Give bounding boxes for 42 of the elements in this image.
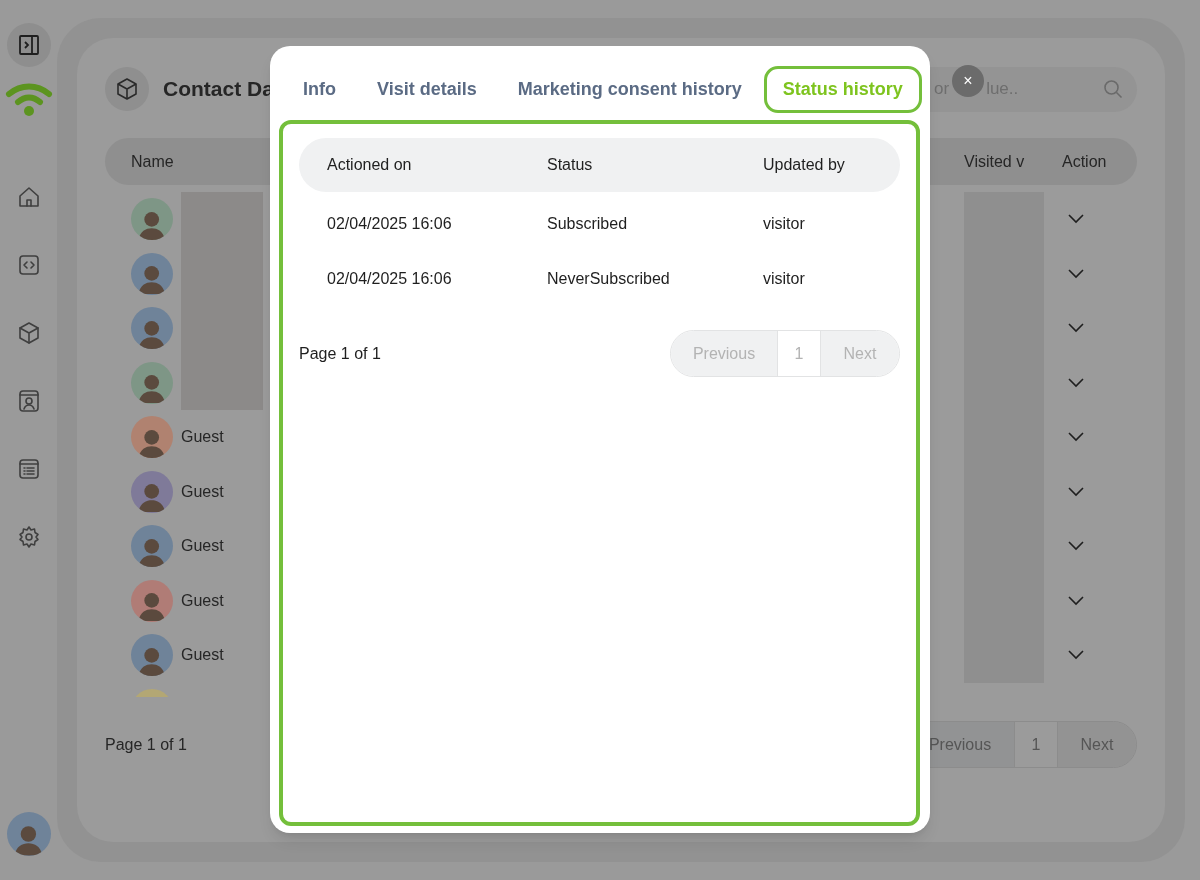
tab[interactable]: Info [284, 66, 355, 113]
list-icon[interactable] [16, 457, 41, 481]
column-header[interactable]: Actioned on [327, 153, 547, 177]
settings-icon[interactable] [16, 525, 41, 549]
tab[interactable]: Visit details [358, 66, 496, 113]
chevron-down-icon[interactable] [1068, 214, 1084, 225]
next-button[interactable]: Next [1058, 722, 1136, 767]
tab[interactable]: Marketing consent history [498, 66, 761, 113]
chevron-down-icon[interactable] [1068, 268, 1084, 279]
page-summary: Page 1 of 1 [299, 343, 381, 364]
sidebar-toggle-button[interactable] [6, 23, 51, 67]
cube-icon[interactable] [16, 321, 41, 345]
contact-name: Guest [181, 427, 224, 448]
table-cell-text: Subscribed [547, 214, 629, 235]
home-icon[interactable] [16, 185, 41, 209]
chevron-down-icon[interactable] [1068, 486, 1084, 497]
chevron-down-icon[interactable] [1068, 377, 1084, 388]
cube-button[interactable] [105, 67, 149, 111]
contact-name: Guest [181, 590, 224, 611]
contact-card-icon[interactable] [16, 389, 41, 413]
page-number-button[interactable]: 1 [1014, 722, 1058, 767]
table-cell-text: visitor [763, 268, 806, 289]
page-summary: Page 1 of 1 [105, 734, 187, 755]
chevron-down-icon[interactable] [1068, 595, 1084, 606]
contact-name: Guest [181, 481, 224, 502]
column-header[interactable]: Visited v [964, 149, 1062, 174]
table-cell-text: 02/04/2025 16:06 [327, 268, 453, 289]
chevron-down-icon[interactable] [1068, 432, 1084, 443]
table-cell-text: 02/04/2025 16:06 [327, 214, 453, 235]
column-header[interactable]: Status [547, 153, 763, 177]
table-cell-text: visitor [763, 214, 806, 235]
column-header[interactable]: Updated by [763, 153, 900, 177]
chevron-down-icon[interactable] [1068, 323, 1084, 334]
chevron-down-icon[interactable] [1068, 541, 1084, 552]
cube-icon [115, 77, 139, 101]
sidebar-panel-icon [16, 33, 41, 57]
column-header[interactable]: Action [1062, 149, 1137, 174]
contact-name: Guest [181, 645, 224, 666]
code-icon[interactable] [16, 253, 41, 277]
chevron-down-icon[interactable] [1068, 650, 1084, 661]
contact-name: Guest [181, 536, 224, 557]
table-cell-text: NeverSubscribed [547, 268, 671, 289]
